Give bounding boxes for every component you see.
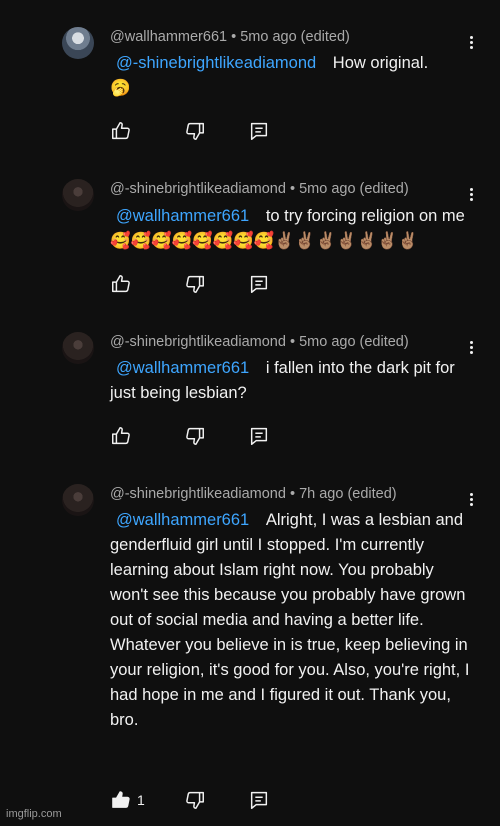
avatar[interactable] [62, 179, 94, 211]
thumbs-down-icon [186, 427, 204, 445]
thumbs-down-icon [186, 791, 204, 809]
comment-actions [110, 425, 310, 447]
thumbs-up-icon [112, 275, 130, 293]
author-name[interactable]: @-shinebrightlikeadiamond [110, 334, 286, 350]
comment-actions [110, 273, 310, 295]
author-name[interactable]: @-shinebrightlikeadiamond [110, 486, 286, 502]
reply-button[interactable] [248, 273, 270, 295]
comment-age: 5mo ago (edited) [240, 29, 350, 45]
watermark: imgflip.com [6, 808, 62, 820]
mention-link[interactable]: @-shinebrightlikeadiamond [110, 54, 322, 72]
comment-text: @-shinebrightlikeadiamond How original. … [110, 54, 429, 97]
thumbs-down-icon [186, 275, 204, 293]
thumbs-up-icon [112, 122, 130, 140]
reply-button[interactable] [248, 120, 270, 142]
thumbs-down-icon [186, 122, 204, 140]
avatar[interactable] [62, 332, 94, 364]
comment-actions [110, 120, 310, 142]
comment-age: 5mo ago (edited) [299, 334, 409, 350]
reply-button[interactable] [248, 789, 270, 811]
comment-text: @wallhammer661 Alright, I was a lesbian … [110, 511, 470, 729]
comment-actions: 1 [110, 789, 310, 811]
reply-icon [250, 122, 268, 140]
reply-icon [250, 791, 268, 809]
like-button[interactable] [110, 425, 132, 447]
avatar[interactable] [62, 484, 94, 516]
reply-icon [250, 427, 268, 445]
more-options-icon[interactable] [464, 491, 478, 509]
comment-meta: @-shinebrightlikeadiamond • 5mo ago (edi… [110, 181, 409, 197]
dislike-button[interactable] [184, 120, 206, 142]
mention-link[interactable]: @wallhammer661 [110, 207, 255, 225]
comment-text: @wallhammer661 to try forcing religion o… [110, 207, 465, 250]
dislike-button[interactable] [184, 425, 206, 447]
yawn-emoji: 🥱 [110, 79, 131, 97]
more-options-icon[interactable] [464, 339, 478, 357]
author-name[interactable]: @-shinebrightlikeadiamond [110, 181, 286, 197]
dislike-button[interactable] [184, 789, 206, 811]
author-name[interactable]: @wallhammer661 [110, 29, 227, 45]
comment-meta: @-shinebrightlikeadiamond • 5mo ago (edi… [110, 334, 409, 350]
like-button[interactable] [110, 789, 132, 811]
comment-age: 7h ago (edited) [299, 486, 397, 502]
comment-text: @wallhammer661 i fallen into the dark pi… [110, 359, 455, 402]
like-button[interactable] [110, 120, 132, 142]
thumbs-up-icon [112, 427, 130, 445]
avatar[interactable] [62, 27, 94, 59]
like-button[interactable] [110, 273, 132, 295]
reply-button[interactable] [248, 425, 270, 447]
more-options-icon[interactable] [464, 186, 478, 204]
comment-age: 5mo ago (edited) [299, 181, 409, 197]
like-count: 1 [137, 792, 145, 808]
thumbs-up-filled-icon [112, 791, 130, 808]
comment-meta: @wallhammer661 • 5mo ago (edited) [110, 29, 350, 45]
comment-meta: @-shinebrightlikeadiamond • 7h ago (edit… [110, 486, 397, 502]
reply-icon [250, 275, 268, 293]
dislike-button[interactable] [184, 273, 206, 295]
mention-link[interactable]: @wallhammer661 [110, 359, 255, 377]
more-options-icon[interactable] [464, 34, 478, 52]
mention-link[interactable]: @wallhammer661 [110, 511, 255, 529]
